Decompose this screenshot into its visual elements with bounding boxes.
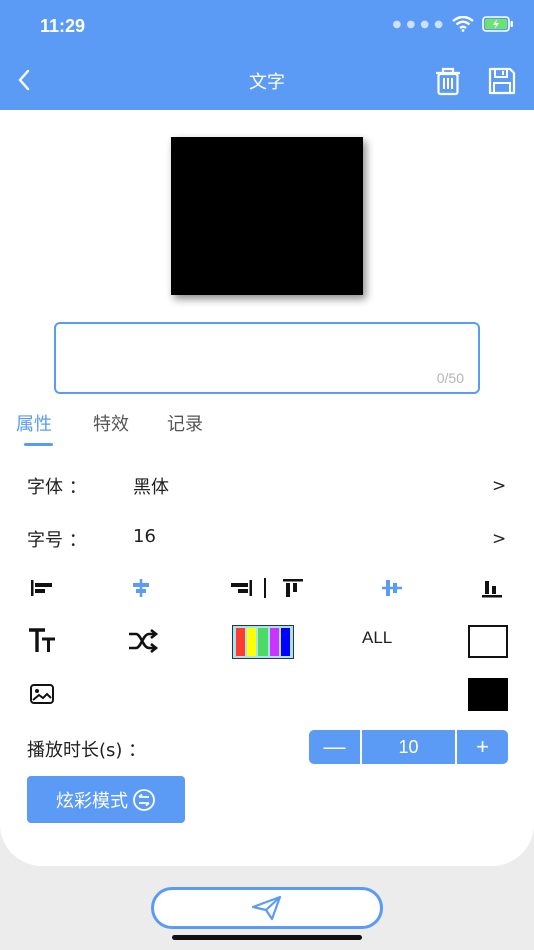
align-bottom-icon[interactable] [480, 577, 504, 599]
save-icon[interactable] [486, 65, 518, 97]
align-center-vertical-icon[interactable] [380, 577, 404, 599]
text-input[interactable] [56, 324, 478, 392]
status-icons: ● ● ● ● [393, 16, 514, 32]
text-size-icon[interactable] [27, 627, 57, 655]
signal-icon: ● ● ● ● [392, 18, 444, 30]
align-center-horizontal-icon[interactable] [129, 577, 153, 599]
toolbar-divider [264, 578, 266, 598]
editor-card: 0/50 属性 特效 记录 字体 ： 黑体 > 字号 ： 16 > ALL 播放… [0, 110, 534, 866]
background-image-icon[interactable] [29, 683, 55, 705]
tab-indicator [24, 443, 53, 446]
font-label: 字体 ： [27, 477, 87, 498]
size-arrow[interactable]: > [492, 529, 506, 549]
palette-green [258, 628, 268, 656]
swap-icon [133, 788, 155, 811]
tab-effects[interactable]: 特效 [93, 410, 129, 436]
apply-all-button[interactable]: ALL [362, 628, 392, 648]
duration-plus-button[interactable]: + [457, 730, 508, 764]
size-label: 字号 ： [27, 530, 87, 551]
tab-properties[interactable]: 属性 [16, 410, 52, 436]
char-counter: 0/50 [436, 370, 464, 386]
palette-purple [269, 628, 279, 656]
duration-value[interactable]: 10 [362, 730, 455, 764]
duration-stepper: — 10 + [309, 730, 508, 764]
text-color-swatch[interactable] [468, 678, 508, 711]
trash-icon[interactable] [432, 65, 464, 97]
align-top-icon[interactable] [281, 577, 305, 599]
font-value[interactable]: 黑体 [133, 473, 169, 499]
home-indicator [172, 935, 362, 940]
text-preview [171, 137, 363, 295]
paper-plane-icon [251, 895, 282, 921]
palette-red [236, 628, 246, 656]
palette-blue [280, 628, 291, 656]
palette-yellow [247, 628, 257, 656]
duration-minus-button[interactable]: — [309, 730, 360, 764]
border-style-button[interactable] [468, 625, 508, 658]
wifi-icon [452, 16, 474, 32]
battery-icon [482, 16, 513, 32]
size-value[interactable]: 16 [133, 526, 156, 547]
shuffle-icon[interactable] [127, 628, 159, 654]
colorful-mode-label: 炫彩模式 [56, 790, 128, 812]
duration-label: 播放时长(s) ： [27, 740, 147, 761]
text-input-box[interactable]: 0/50 [54, 322, 480, 394]
align-left-icon[interactable] [30, 577, 54, 599]
tab-history[interactable]: 记录 [167, 410, 203, 436]
font-arrow[interactable]: > [492, 476, 506, 496]
colorful-mode-button[interactable]: 炫彩模式 [27, 776, 185, 823]
status-time: 11:29 [40, 16, 86, 36]
status-bar: 11:29 ● ● ● ● [0, 0, 534, 52]
align-right-icon[interactable] [229, 577, 253, 599]
nav-bar: 文字 [0, 52, 534, 110]
color-palette-button[interactable] [232, 625, 294, 659]
send-button[interactable] [151, 887, 383, 929]
